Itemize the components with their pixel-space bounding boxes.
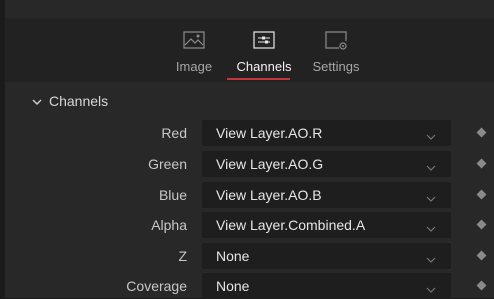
tab-channels[interactable]: Channels bbox=[232, 18, 296, 82]
chevron-down-icon bbox=[32, 94, 42, 105]
chevron-down-icon bbox=[426, 281, 436, 293]
channel-label: Alpha bbox=[151, 217, 187, 233]
section-title: Channels bbox=[49, 93, 109, 109]
sliders-icon bbox=[251, 30, 277, 52]
dropdown-value: None bbox=[216, 248, 250, 264]
channel-label: Z bbox=[178, 248, 187, 264]
image-icon bbox=[181, 30, 207, 52]
settings-gear-icon bbox=[323, 30, 349, 52]
channel-row-alpha: Alpha View Layer.Combined.A bbox=[5, 212, 494, 238]
channel-row-coverage: Coverage None bbox=[5, 273, 494, 299]
channel-label: Coverage bbox=[126, 278, 187, 294]
keyframe-diamond-icon[interactable] bbox=[476, 280, 487, 291]
channel-label: Blue bbox=[158, 187, 187, 203]
chevron-down-icon bbox=[426, 220, 436, 232]
channel-dropdown[interactable]: View Layer.AO.R bbox=[202, 120, 451, 146]
dropdown-value: View Layer.AO.B bbox=[216, 187, 322, 203]
channel-dropdown[interactable]: None bbox=[202, 243, 451, 269]
keyframe-diamond-icon[interactable] bbox=[476, 219, 487, 230]
keyframe-diamond-icon[interactable] bbox=[476, 158, 487, 169]
chevron-down-icon bbox=[426, 190, 436, 202]
channel-label: Red bbox=[161, 125, 187, 141]
channel-row-red: Red View Layer.AO.R bbox=[5, 120, 494, 146]
keyframe-diamond-icon[interactable] bbox=[476, 127, 487, 138]
dropdown-value: None bbox=[216, 278, 250, 294]
keyframe-diamond-icon[interactable] bbox=[476, 250, 487, 261]
tab-settings-label: Settings bbox=[312, 59, 360, 74]
channel-dropdown[interactable]: View Layer.Combined.A bbox=[202, 212, 451, 238]
channel-row-blue: Blue View Layer.AO.B bbox=[5, 182, 494, 208]
tab-image-label: Image bbox=[175, 59, 213, 74]
tab-bar: Image Channels Settings bbox=[5, 18, 494, 82]
dropdown-value: View Layer.Combined.A bbox=[216, 217, 366, 233]
keyframe-diamond-icon[interactable] bbox=[476, 189, 487, 200]
channel-row-green: Green View Layer.AO.G bbox=[5, 151, 494, 177]
chevron-down-icon bbox=[426, 251, 436, 263]
active-tab-indicator bbox=[227, 78, 290, 80]
inspector-panel: Image Channels Settings Channels Red Vie… bbox=[5, 0, 494, 299]
chevron-down-icon bbox=[426, 128, 436, 140]
tab-channels-label: Channels bbox=[236, 59, 292, 74]
dropdown-value: View Layer.AO.G bbox=[216, 156, 324, 172]
dropdown-value: View Layer.AO.R bbox=[216, 125, 323, 141]
channel-dropdown[interactable]: None bbox=[202, 273, 451, 299]
channel-dropdown[interactable]: View Layer.AO.G bbox=[202, 151, 451, 177]
tab-image[interactable]: Image bbox=[171, 18, 217, 82]
channel-label: Green bbox=[148, 156, 187, 172]
chevron-down-icon bbox=[426, 159, 436, 171]
channels-section-header[interactable]: Channels bbox=[5, 82, 494, 118]
tab-settings[interactable]: Settings bbox=[308, 18, 364, 82]
channel-row-z: Z None bbox=[5, 243, 494, 269]
channel-dropdown[interactable]: View Layer.AO.B bbox=[202, 182, 451, 208]
